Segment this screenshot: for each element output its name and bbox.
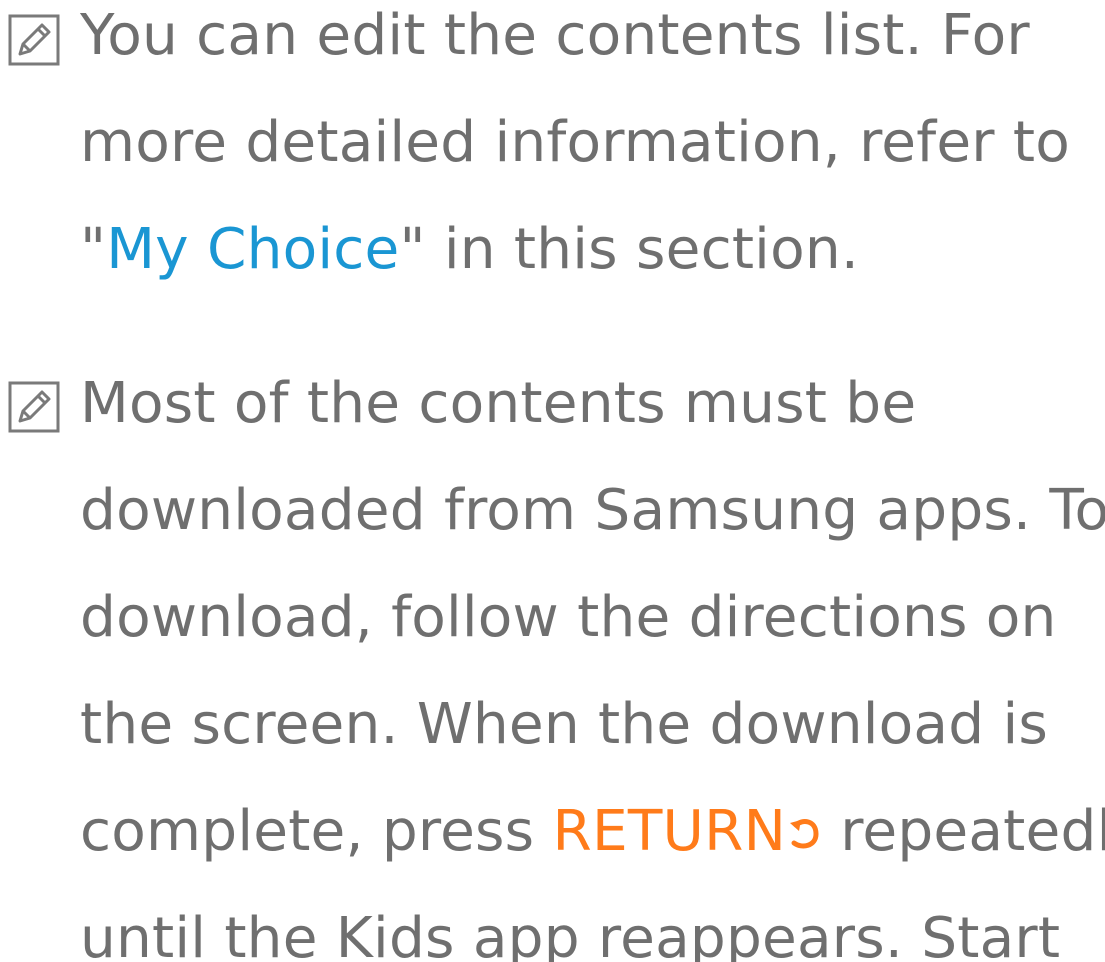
note-line: You can edit the contents list. For xyxy=(80,3,1030,68)
note-line-rest: " in this section. xyxy=(399,217,860,282)
note-line: download, follow the directions on xyxy=(80,585,1057,650)
return-arrow-icon xyxy=(790,819,819,849)
note-pencil-icon xyxy=(8,14,60,66)
note-line: "My Choice" in this section. xyxy=(80,196,1105,303)
note-line: downloaded from Samsung apps. To xyxy=(80,478,1105,543)
note-line-before: complete, press xyxy=(80,799,553,864)
note-line: complete, press RETURN repeatedly xyxy=(80,778,1105,885)
my-choice-link[interactable]: My Choice xyxy=(106,217,399,282)
note-pencil-icon xyxy=(8,381,60,433)
return-key-label: RETURN xyxy=(552,799,787,864)
note-line: the screen. When the download is xyxy=(80,692,1049,757)
note-line: more detailed information, refer to xyxy=(80,110,1071,175)
note-line-after: repeatedly xyxy=(840,799,1105,864)
open-quote: " xyxy=(80,217,107,282)
manual-page: You can edit the contents list. For more… xyxy=(0,0,1105,962)
note-text: Most of the contents must be downloaded … xyxy=(80,350,1105,962)
note-line: until the Kids app reappears. Start xyxy=(80,906,1061,962)
note-line: Most of the contents must be xyxy=(80,371,917,436)
note-text: You can edit the contents list. For more… xyxy=(80,0,1105,303)
